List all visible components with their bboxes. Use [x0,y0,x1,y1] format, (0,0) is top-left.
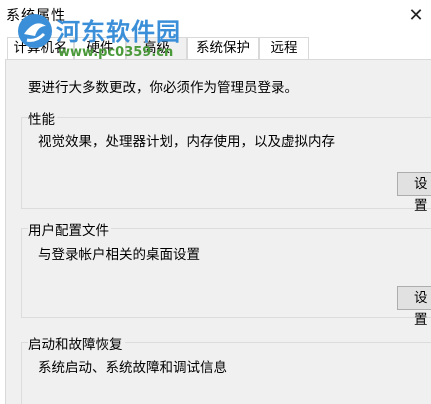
admin-note: 要进行大多数更改，你必须作为管理员登录。 [28,80,298,96]
title-bar: 系统属性 ✕ [0,0,431,30]
startup-recovery-title: 启动和故障恢复 [28,333,125,353]
startup-recovery-description: 系统启动、系统故障和调试信息 [38,360,227,376]
user-profiles-description: 与登录帐户相关的桌面设置 [38,247,200,263]
performance-description: 视觉效果，处理器计划，内存使用，以及虚拟内存 [38,134,335,150]
tab-strip: 计算机名 硬件 高级 系统保护 远程 [0,37,431,60]
tab-advanced[interactable]: 高级 [126,37,187,60]
user-profiles-settings-button[interactable]: 设置 [397,286,431,328]
user-profiles-group [21,228,431,318]
window-title: 系统属性 [6,8,66,24]
performance-settings-button[interactable]: 设置 [397,172,431,214]
tab-computer-name[interactable]: 计算机名 [7,37,74,60]
performance-title: 性能 [28,108,57,128]
tab-hardware[interactable]: 硬件 [74,37,126,60]
tab-system-protection[interactable]: 系统保护 [187,37,259,60]
close-icon: ✕ [408,4,424,26]
tab-remote[interactable]: 远程 [259,37,309,60]
close-button[interactable]: ✕ [401,0,431,30]
user-profiles-title: 用户配置文件 [28,219,111,239]
